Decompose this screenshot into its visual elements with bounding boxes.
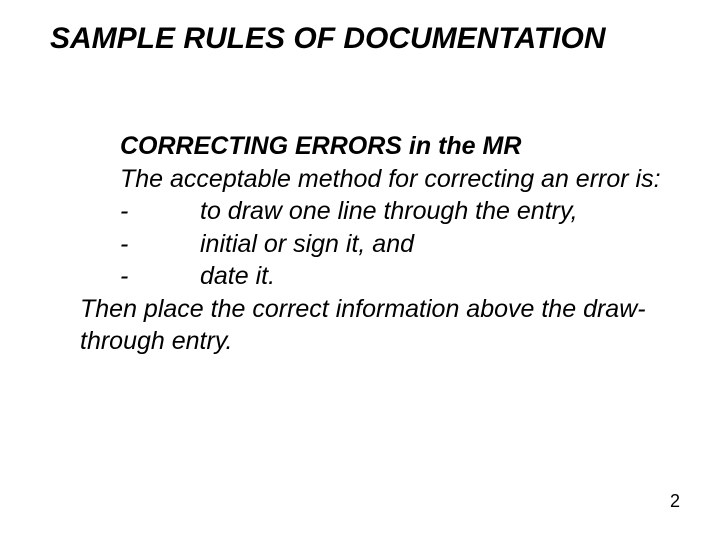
bullet-dash: -: [120, 228, 200, 261]
bullet-dash: -: [120, 260, 200, 293]
bullet-text: to draw one line through the entry,: [200, 195, 670, 228]
body-closing: Then place the correct information above…: [80, 293, 670, 358]
page-number: 2: [670, 491, 680, 512]
body-subheading: CORRECTING ERRORS in the MR: [120, 130, 670, 163]
list-item: - to draw one line through the entry,: [120, 195, 670, 228]
list-item: - initial or sign it, and: [120, 228, 670, 261]
slide-body: CORRECTING ERRORS in the MR The acceptab…: [80, 130, 670, 358]
slide: SAMPLE RULES OF DOCUMENTATION CORRECTING…: [0, 0, 720, 540]
bullet-text: initial or sign it, and: [200, 228, 670, 261]
slide-title: SAMPLE RULES OF DOCUMENTATION: [50, 22, 680, 56]
bullet-text: date it.: [200, 260, 670, 293]
list-item: - date it.: [120, 260, 670, 293]
body-intro: The acceptable method for correcting an …: [120, 163, 670, 196]
bullet-dash: -: [120, 195, 200, 228]
